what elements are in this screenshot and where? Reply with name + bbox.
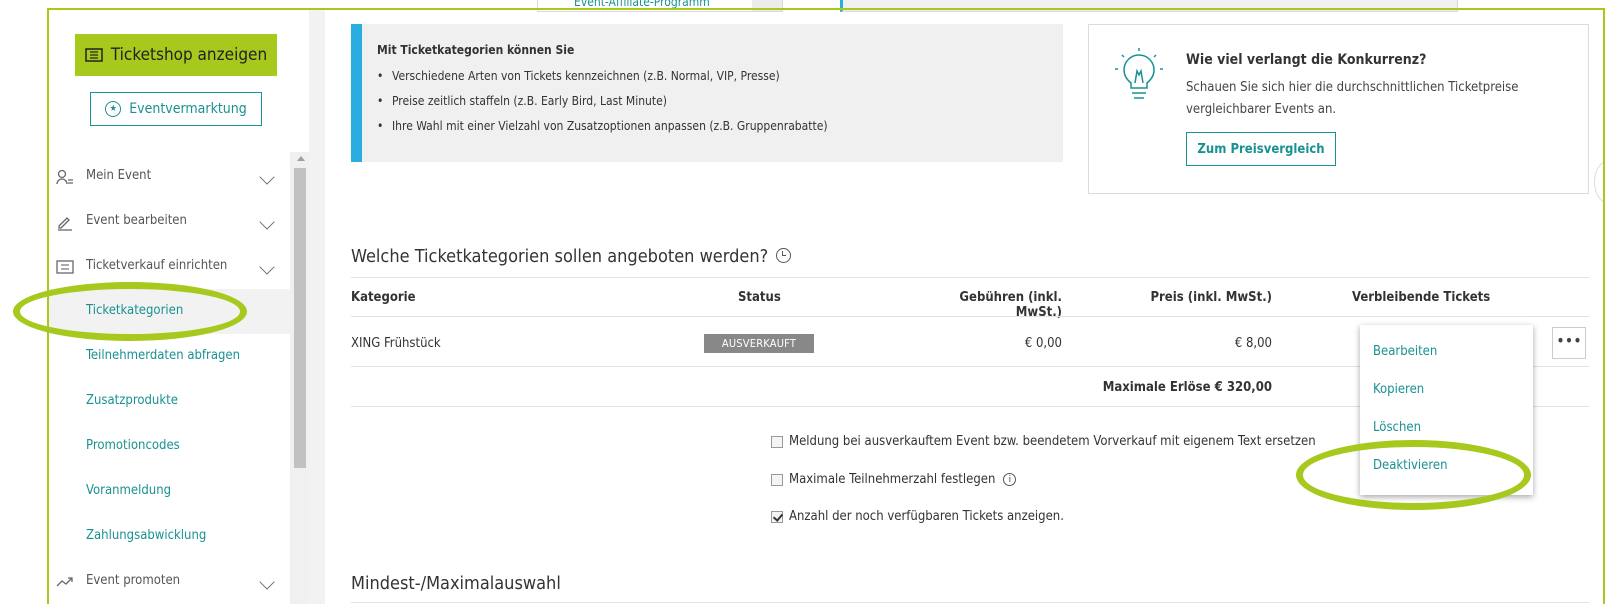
annotation-ellipse	[13, 282, 247, 341]
annotation-ellipse	[1296, 440, 1531, 510]
annotation-frame	[47, 8, 1605, 604]
